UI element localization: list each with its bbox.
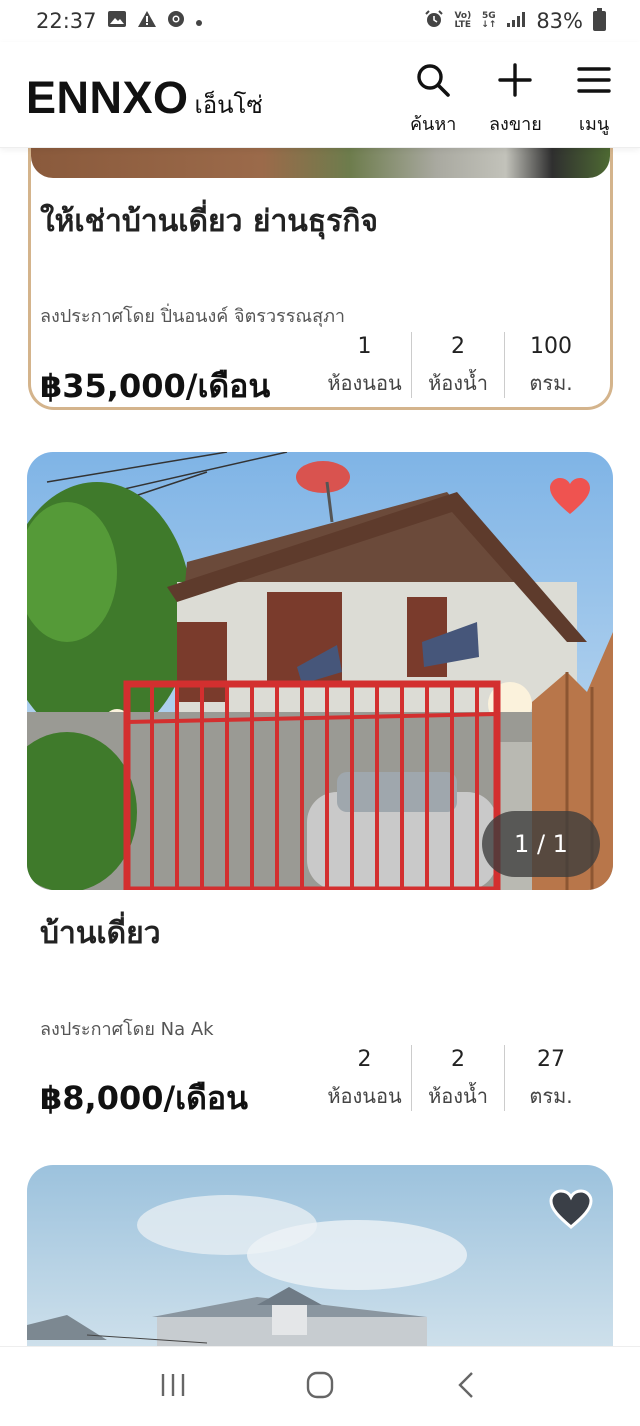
menu-label: เมนู (578, 114, 610, 135)
listing-title[interactable]: ให้เช่าบ้านเดี่ยว ย่านธุรกิจ (40, 198, 378, 245)
listing-title[interactable]: บ้านเดี่ยว (40, 910, 161, 957)
dot-icon (195, 11, 203, 32)
stat-bedrooms: 1 ห้องนอน (327, 334, 402, 395)
clock: 22:37 (36, 9, 97, 33)
listing-photo[interactable] (31, 148, 610, 178)
warning-icon (137, 10, 157, 33)
gallery-icon (107, 10, 127, 33)
home-button[interactable] (305, 1370, 335, 1404)
plus-icon (497, 62, 533, 109)
favorite-button[interactable] (548, 476, 592, 520)
system-nav-bar (0, 1346, 640, 1426)
app-header: ENNXO เอ็นโซ่ ค้นหา ลงขาย เมนู (0, 42, 640, 148)
volte-indicator: Vo) LTE (454, 11, 472, 30)
listing-price: ฿8,000/เดือน (40, 1079, 248, 1117)
alarm-icon (424, 9, 444, 34)
listing-photo[interactable] (27, 1165, 613, 1346)
post-listing-button[interactable]: ลงขาย (489, 62, 542, 138)
listing-price: ฿35,000/เดือน (40, 367, 271, 405)
search-label: ค้นหา (410, 114, 457, 135)
heart-icon (548, 478, 592, 520)
favorite-button[interactable] (548, 1188, 594, 1234)
stat-bedrooms: 2 ห้องนอน (327, 1047, 402, 1108)
ennxo-logo[interactable]: ENNXO เอ็นโซ่ (26, 72, 263, 124)
listing-poster: ลงประกาศโดย ปิ่นอนงค์ จิตรวรรณสุภา (40, 306, 346, 327)
battery-icon (593, 8, 606, 31)
search-button[interactable]: ค้นหา (410, 62, 456, 138)
chrome-icon (167, 10, 185, 33)
stat-bathrooms: 2 ห้องน้ำ (411, 1045, 504, 1111)
5g-indicator: 5G ↓↑ (481, 11, 497, 30)
listing-feed[interactable]: ให้เช่าบ้านเดี่ยว ย่านธุรกิจ ลงประกาศโดย… (0, 148, 640, 1346)
back-button[interactable] (452, 1370, 482, 1404)
listing-stats: 2 ห้องนอน 2 ห้องน้ำ 27 ตรม. (318, 1045, 597, 1111)
search-icon (415, 62, 451, 109)
signal-icon (506, 10, 526, 33)
menu-icon (576, 62, 612, 109)
logo-text: ENNXO (26, 72, 189, 123)
status-bar: 22:37 Vo) LTE 5G ↓↑ 83% (0, 0, 640, 42)
logo-subtext: เอ็นโซ่ (194, 91, 263, 119)
listing-stats: 1 ห้องนอน 2 ห้องน้ำ 100 ตรม. (318, 332, 597, 398)
stat-area: 27 ตรม. (504, 1045, 597, 1111)
stat-area: 100 ตรม. (504, 332, 597, 398)
menu-button[interactable]: เมนู (576, 62, 612, 138)
photo-pager: 1 / 1 (482, 811, 600, 877)
post-label: ลงขาย (489, 114, 542, 135)
stat-bathrooms: 2 ห้องน้ำ (411, 332, 504, 398)
recent-apps-button[interactable] (158, 1370, 188, 1404)
battery-percent: 83% (536, 9, 583, 33)
listing-poster: ลงประกาศโดย Na Ak (40, 1019, 214, 1040)
heart-outline-icon (548, 1189, 594, 1234)
